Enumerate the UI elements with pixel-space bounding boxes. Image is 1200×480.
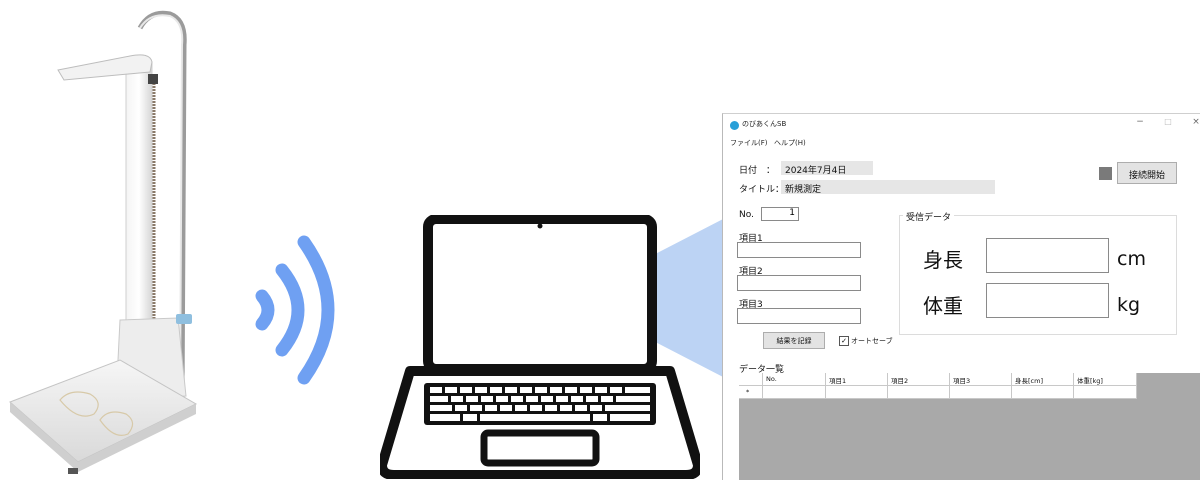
menu-help[interactable]: ヘルプ(H): [774, 138, 806, 148]
weight-value-field: [986, 283, 1109, 318]
column-header-weight[interactable]: 体重[kg]: [1074, 373, 1137, 386]
connection-status-indicator: [1099, 167, 1112, 180]
window-title: のびあくんSB: [742, 120, 787, 128]
column-header-no[interactable]: No.: [763, 373, 826, 386]
height-scale-illustration: [9, 10, 198, 474]
title-label: タイトル：: [739, 185, 785, 195]
autosave-label: オートセーブ: [851, 337, 893, 345]
data-grid-header: No. 項目1 項目2 項目3 身長[cm] 体重[kg]: [739, 373, 1137, 386]
item1-input[interactable]: [737, 242, 861, 258]
column-header-item3[interactable]: 項目3: [950, 373, 1012, 386]
wireless-signal-icon: [255, 235, 335, 385]
new-row-marker: *: [739, 386, 763, 399]
record-result-button[interactable]: 結果を記録: [763, 332, 825, 349]
connect-button[interactable]: 接続開始: [1117, 162, 1177, 184]
menu-file[interactable]: ファイル(F): [730, 138, 768, 148]
height-value-field: [986, 238, 1109, 273]
menu-bar: ファイル(F) ヘルプ(H): [723, 136, 1200, 150]
laptop-icon: [380, 215, 700, 479]
date-label: 日付 ：: [739, 166, 776, 176]
table-row[interactable]: *: [739, 386, 1137, 399]
column-header-item2[interactable]: 項目2: [888, 373, 950, 386]
cell-no[interactable]: [763, 386, 826, 399]
app-window: のびあくんSB − □ × ファイル(F) ヘルプ(H) 日付 ： 2024年7…: [722, 113, 1200, 480]
cell-item2[interactable]: [888, 386, 950, 399]
weight-unit: kg: [1117, 294, 1141, 316]
column-header-height[interactable]: 身長[cm]: [1012, 373, 1074, 386]
cell-weight[interactable]: [1074, 386, 1137, 399]
title-bar: のびあくんSB − □ ×: [723, 114, 1200, 136]
grid-corner-cell: [739, 373, 763, 386]
maximize-button[interactable]: □: [1161, 117, 1175, 126]
received-data-label: 受信データ: [903, 210, 955, 223]
no-input[interactable]: 1: [761, 207, 799, 221]
close-button[interactable]: ×: [1189, 117, 1200, 127]
item3-input[interactable]: [737, 308, 861, 324]
app-logo-icon: [730, 121, 739, 130]
no-label: No.: [739, 210, 754, 220]
weight-label: 体重: [923, 294, 963, 318]
date-value: 2024年7月4日: [785, 166, 847, 176]
minimize-button[interactable]: −: [1133, 117, 1147, 127]
cell-item1[interactable]: [826, 386, 888, 399]
data-grid: No. 項目1 項目2 項目3 身長[cm] 体重[kg] *: [739, 373, 1200, 480]
cell-item3[interactable]: [950, 386, 1012, 399]
title-value: 新規測定: [785, 185, 822, 195]
column-header-item1[interactable]: 項目1: [826, 373, 888, 386]
height-label: 身長: [923, 248, 963, 272]
cell-height[interactable]: [1012, 386, 1074, 399]
height-unit: cm: [1117, 248, 1146, 270]
item2-input[interactable]: [737, 275, 861, 291]
autosave-checkbox[interactable]: ✓: [839, 336, 849, 346]
